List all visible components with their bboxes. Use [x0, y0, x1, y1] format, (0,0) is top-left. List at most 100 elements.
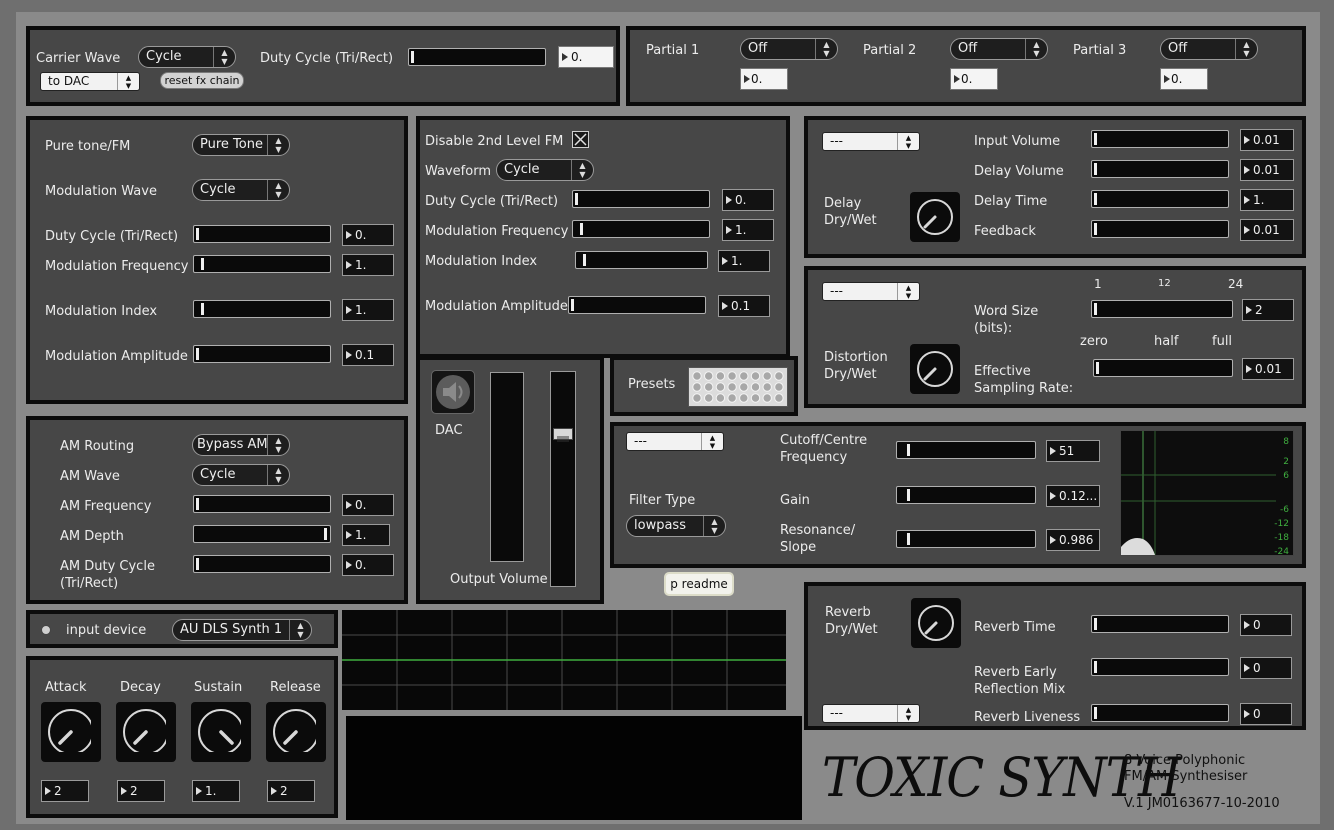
- slider-thumb[interactable]: [201, 303, 204, 315]
- am-freq-number[interactable]: 0.: [342, 494, 394, 516]
- filter-preset-menu[interactable]: --- ▲ ▼: [626, 432, 724, 451]
- delay-time-number[interactable]: 1.: [1240, 189, 1294, 211]
- slider-thumb[interactable]: [196, 498, 199, 510]
- fm2-freq-slider[interactable]: [572, 220, 710, 238]
- slider-thumb[interactable]: [907, 533, 910, 545]
- delay-feedback-slider[interactable]: [1091, 220, 1229, 238]
- release-number[interactable]: 2: [267, 780, 315, 802]
- reverb-early-number[interactable]: 0: [1240, 657, 1292, 679]
- partial-3-menu[interactable]: Off ▲ ▼: [1160, 38, 1258, 60]
- sustain-number[interactable]: 1.: [192, 780, 240, 802]
- delay-volume-number[interactable]: 0.01: [1240, 159, 1294, 181]
- fm1-freq-slider[interactable]: [193, 255, 331, 273]
- slider-thumb[interactable]: [1094, 618, 1097, 630]
- fm2-duty-number[interactable]: 0.: [722, 189, 774, 211]
- output-routing-menu[interactable]: to DAC ▲ ▼: [40, 72, 140, 91]
- filter-type-menu[interactable]: lowpass ▲ ▼: [626, 515, 726, 537]
- fm1-freq-number[interactable]: 1.: [342, 254, 394, 276]
- reset-fx-chain-button[interactable]: reset fx chain: [160, 72, 244, 89]
- disable-fm2-checkbox[interactable]: [572, 131, 589, 148]
- slider-thumb[interactable]: [583, 254, 586, 266]
- input-led-icon[interactable]: [41, 625, 51, 635]
- fm1-amp-slider[interactable]: [193, 345, 331, 363]
- slider-thumb[interactable]: [571, 299, 574, 311]
- pure-tone-menu[interactable]: Pure Tone ▲ ▼: [192, 134, 290, 156]
- partial-2-menu[interactable]: Off ▲ ▼: [950, 38, 1048, 60]
- fm2-index-number[interactable]: 1.: [718, 250, 770, 272]
- slider-thumb[interactable]: [1094, 661, 1097, 673]
- slider-thumb[interactable]: [575, 193, 578, 205]
- slider-thumb[interactable]: [1094, 163, 1097, 175]
- release-dial[interactable]: [266, 702, 326, 762]
- slider-thumb[interactable]: [580, 223, 583, 235]
- preset-grid[interactable]: [688, 367, 788, 407]
- attack-dial[interactable]: [41, 702, 101, 762]
- reverb-early-slider[interactable]: [1091, 658, 1229, 676]
- am-freq-slider[interactable]: [193, 495, 331, 513]
- slider-thumb[interactable]: [907, 444, 910, 456]
- fm1-index-slider[interactable]: [193, 300, 331, 318]
- fm2-index-slider[interactable]: [575, 251, 708, 269]
- fm1-index-number[interactable]: 1.: [342, 299, 394, 321]
- resonance-number[interactable]: 0.986: [1046, 529, 1100, 551]
- mod-wave-menu[interactable]: Cycle ▲ ▼: [192, 179, 290, 201]
- partial-3-number[interactable]: 0.: [1160, 68, 1208, 90]
- slider-thumb[interactable]: [1094, 707, 1097, 719]
- am-routing-menu[interactable]: Bypass AM ▲ ▼: [192, 434, 290, 456]
- slider-thumb[interactable]: [196, 348, 199, 360]
- am-depth-number[interactable]: 1.: [342, 524, 390, 546]
- delay-input-slider[interactable]: [1091, 130, 1229, 148]
- attack-number[interactable]: 2: [41, 780, 89, 802]
- am-depth-slider[interactable]: [193, 525, 331, 543]
- slider-thumb[interactable]: [1094, 223, 1097, 235]
- word-size-slider[interactable]: [1091, 300, 1233, 318]
- reverb-time-number[interactable]: 0: [1240, 614, 1292, 636]
- slider-thumb[interactable]: [1094, 133, 1097, 145]
- distortion-preset-menu[interactable]: --- ▲ ▼: [822, 282, 920, 301]
- input-device-menu[interactable]: AU DLS Synth 1 ▲ ▼: [172, 619, 312, 641]
- am-wave-menu[interactable]: Cycle ▲ ▼: [192, 464, 290, 486]
- distortion-drywet-dial[interactable]: [910, 344, 960, 394]
- carrier-duty-number[interactable]: 0.: [558, 46, 614, 68]
- fm1-amp-number[interactable]: 0.1: [342, 344, 394, 366]
- cutoff-number[interactable]: 51: [1046, 440, 1100, 462]
- slider-thumb[interactable]: [324, 528, 327, 540]
- reverb-liveness-slider[interactable]: [1091, 704, 1229, 722]
- slider-thumb[interactable]: [1096, 362, 1099, 374]
- sustain-dial[interactable]: [191, 702, 251, 762]
- gain-slider[interactable]: [896, 486, 1036, 504]
- readme-button[interactable]: p readme: [664, 572, 734, 596]
- partial-1-menu[interactable]: Off ▲ ▼: [740, 38, 838, 60]
- decay-number[interactable]: 2: [117, 780, 165, 802]
- word-size-number[interactable]: 2: [1242, 299, 1294, 321]
- fm2-waveform-menu[interactable]: Cycle ▲ ▼: [496, 159, 594, 181]
- reverb-preset-menu[interactable]: --- ▲ ▼: [822, 704, 920, 723]
- slider-thumb[interactable]: [201, 258, 204, 270]
- fm2-duty-slider[interactable]: [572, 190, 710, 208]
- output-volume-fader[interactable]: [550, 371, 576, 587]
- reverb-drywet-dial[interactable]: [911, 598, 961, 648]
- delay-drywet-dial[interactable]: [910, 192, 960, 242]
- slider-thumb[interactable]: [196, 558, 199, 570]
- partial-1-number[interactable]: 0.: [740, 68, 788, 90]
- delay-feedback-number[interactable]: 0.01: [1240, 219, 1294, 241]
- resonance-slider[interactable]: [896, 530, 1036, 548]
- sampling-rate-number[interactable]: 0.01: [1242, 358, 1294, 380]
- filter-response-graph[interactable]: 8 2 6 -6 -12 -18 -24: [1120, 430, 1294, 557]
- delay-volume-slider[interactable]: [1091, 160, 1229, 178]
- carrier-duty-slider[interactable]: [408, 48, 546, 66]
- am-duty-number[interactable]: 0.: [342, 554, 394, 576]
- fm2-freq-number[interactable]: 1.: [722, 219, 774, 241]
- reverb-time-slider[interactable]: [1091, 615, 1229, 633]
- fm1-duty-number[interactable]: 0.: [342, 224, 394, 246]
- delay-time-slider[interactable]: [1091, 190, 1229, 208]
- slider-thumb[interactable]: [907, 489, 910, 501]
- am-duty-slider[interactable]: [193, 555, 331, 573]
- slider-thumb[interactable]: [1094, 303, 1097, 315]
- fm2-amp-slider[interactable]: [568, 296, 706, 314]
- delay-preset-menu[interactable]: --- ▲ ▼: [822, 132, 920, 151]
- carrier-wave-menu[interactable]: Cycle ▲ ▼: [138, 46, 236, 68]
- dac-toggle-button[interactable]: [431, 370, 475, 414]
- fm2-amp-number[interactable]: 0.1: [718, 295, 770, 317]
- cutoff-slider[interactable]: [896, 441, 1036, 459]
